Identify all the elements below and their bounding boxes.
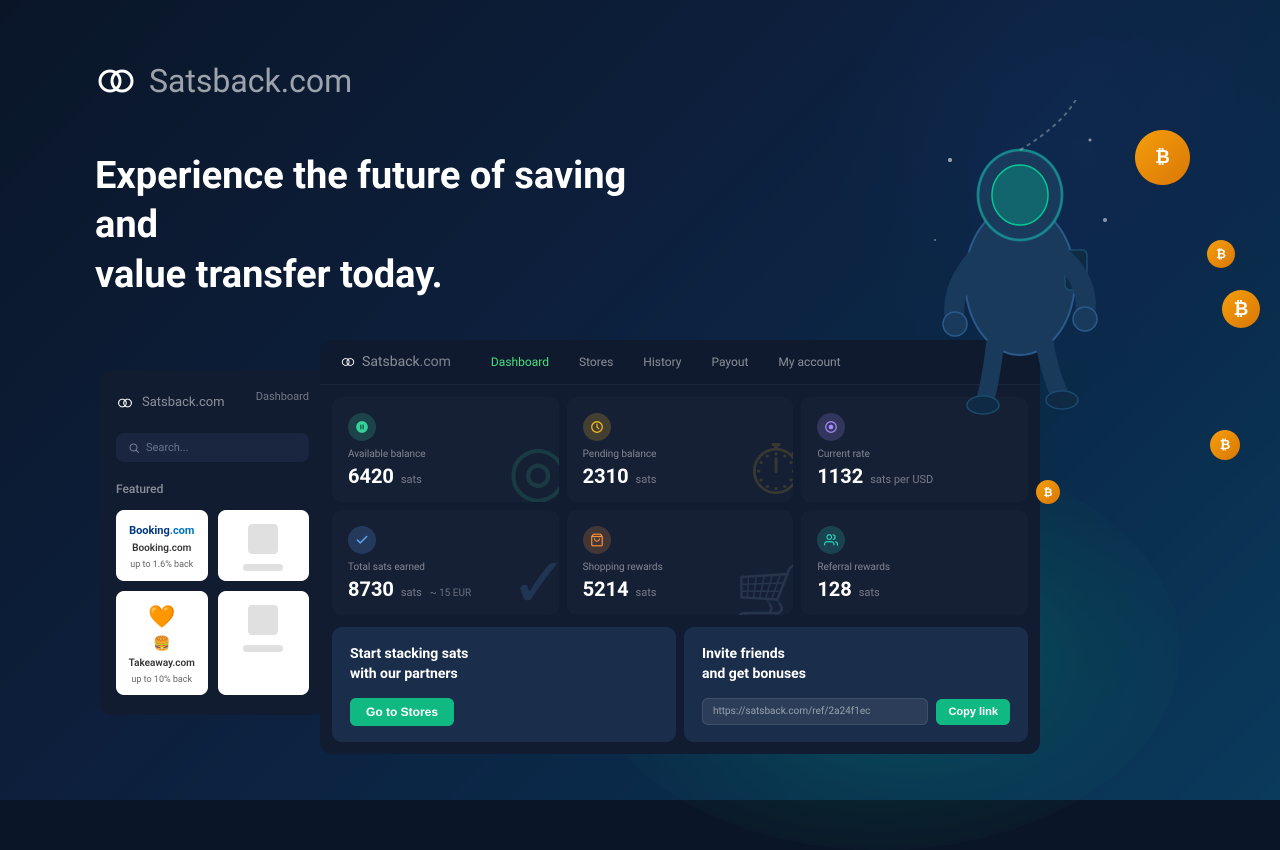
current-rate-icon [817, 413, 845, 441]
nav-item-dashboard[interactable]: Dashboard [491, 355, 549, 369]
stat-bg-0: ◎ [508, 429, 559, 502]
dashboard-nav-logo: Satsback.com [340, 354, 451, 370]
stat-available-balance: Available balance 6420 sats ◎ [332, 397, 559, 502]
placeholder-text1 [243, 564, 283, 571]
current-rate-label: Current rate [817, 449, 1012, 460]
nav-item-myaccount[interactable]: My account [778, 355, 840, 369]
sidebar-mockup: Satsback.com Dashboard Search... Feature… [100, 370, 325, 715]
stat-bg-3: ✓ [510, 542, 559, 615]
featured-card-takeaway-back: up to 10% back [131, 675, 192, 685]
referral-rewards-value: 128 sats [817, 577, 1012, 601]
sidebar-search[interactable]: Search... [116, 433, 309, 462]
cta-grid: Start stacking sats with our partners Go… [320, 627, 1040, 754]
logo-text: Satsback.com [149, 62, 352, 100]
stat-pending-balance: Pending balance 2310 sats ⏱ [567, 397, 794, 502]
featured-card-takeaway[interactable]: 🧡 🍔 Takeaway.com up to 10% back [116, 591, 208, 695]
featured-card-placeholder2[interactable] [218, 591, 310, 695]
cta-input-area: https://satsback.com/ref/2a24f1ec Copy l… [702, 698, 1010, 725]
astronaut-illustration [920, 100, 1120, 424]
featured-card-takeaway-name: Takeaway.com [129, 658, 195, 669]
sidebar-logo-icon [116, 394, 134, 412]
dashboard-nav-logo-icon [340, 354, 356, 370]
hero-text: Experience the future of saving and valu… [95, 152, 645, 300]
hero-title: Experience the future of saving and valu… [95, 152, 645, 300]
placeholder-logo2 [248, 605, 278, 635]
booking-logo: Booking.com [129, 524, 194, 537]
dashboard-nav-logo-text: Satsback.com [362, 354, 451, 370]
sidebar-featured-label: Featured [116, 482, 309, 496]
featured-card-booking-name: Booking.com [132, 543, 191, 554]
referral-rewards-label: Referral rewards [817, 562, 1012, 573]
placeholder-text2 [243, 645, 283, 652]
stat-shopping-rewards: Shopping rewards 5214 sats 🛒 [567, 510, 794, 615]
stat-referral-rewards: Referral rewards 128 sats [801, 510, 1028, 615]
available-balance-icon [348, 413, 376, 441]
current-rate-value: 1132 sats per USD [817, 464, 1012, 488]
featured-card-placeholder1[interactable] [218, 510, 310, 581]
takeaway-logo-icon: 🍔 [153, 636, 170, 652]
search-icon [128, 442, 140, 454]
cta-stack-sats: Start stacking sats with our partners Go… [332, 627, 676, 742]
copy-link-button[interactable]: Copy link [936, 699, 1010, 725]
featured-grid: Booking.com Booking.com up to 1.6% back … [116, 510, 309, 695]
featured-card-booking-back: up to 1.6% back [130, 560, 193, 570]
referral-rewards-icon [817, 526, 845, 554]
bitcoin-coin-small2: ₿ [1207, 240, 1235, 268]
featured-card-booking[interactable]: Booking.com Booking.com up to 1.6% back [116, 510, 208, 581]
cta-invite-title: Invite friends and get bonuses [702, 645, 1010, 684]
bitcoin-coin-tiny: ₿ [1036, 480, 1060, 504]
pending-balance-icon [583, 413, 611, 441]
stat-total-sats: Total sats earned 8730 sats ~ 15 EUR ✓ [332, 510, 559, 615]
cta-stack-title: Start stacking sats with our partners [350, 645, 658, 684]
sidebar-logo: Satsback.com [116, 394, 225, 412]
sidebar-dashboard-label: Dashboard [256, 390, 309, 403]
go-to-stores-button[interactable]: Go to Stores [350, 698, 454, 726]
satsback-logo-icon [95, 60, 137, 102]
placeholder-logo1 [248, 524, 278, 554]
referral-link-input[interactable]: https://satsback.com/ref/2a24f1ec [702, 698, 928, 725]
cta-invite-friends: Invite friends and get bonuses https://s… [684, 627, 1028, 742]
takeaway-icon: 🧡 [148, 605, 175, 630]
stat-bg-4: 🛒 [735, 561, 793, 615]
nav-item-payout[interactable]: Payout [711, 355, 748, 369]
total-sats-icon [348, 526, 376, 554]
nav-item-stores[interactable]: Stores [579, 355, 613, 369]
shopping-rewards-icon [583, 526, 611, 554]
stat-bg-1: ⏱ [749, 430, 794, 502]
logo-area: Satsback.com [95, 60, 1280, 102]
bitcoin-coin-small: ₿ [1210, 430, 1240, 460]
nav-item-history[interactable]: History [643, 355, 681, 369]
sidebar-logo-text: Satsback.com [142, 395, 225, 410]
